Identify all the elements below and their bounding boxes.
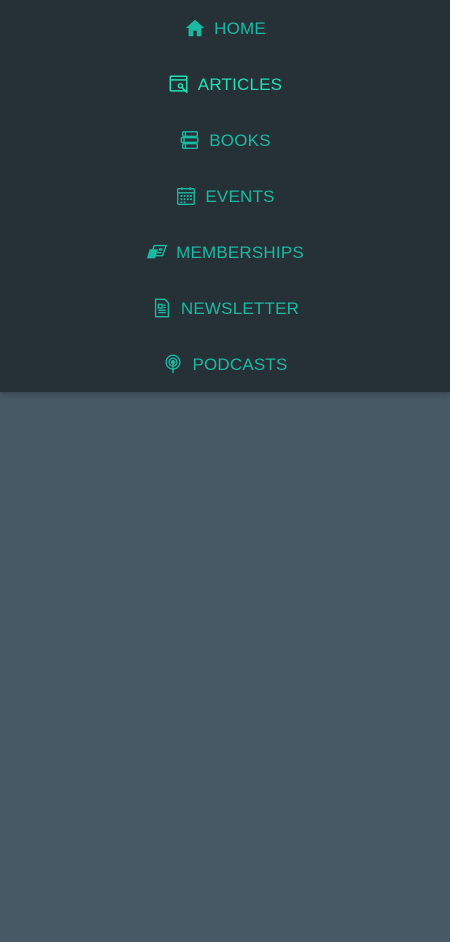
books-icon: [179, 129, 201, 151]
membership-card-icon: [146, 241, 168, 263]
nav-item-label: NEWSLETTER: [180, 298, 300, 318]
nav-item-events[interactable]: EVENTS: [0, 168, 450, 224]
podcast-icon: [162, 353, 184, 375]
nav-item-newsletter[interactable]: NEWSLETTER: [0, 280, 450, 336]
nav-item-label: HOME: [214, 18, 266, 38]
nav-item-articles[interactable]: ARTICLES: [0, 56, 450, 112]
nav-item-label: PODCASTS: [192, 354, 288, 374]
nav-item-memberships[interactable]: MEMBERSHIPS: [0, 224, 450, 280]
nav-item-books[interactable]: BOOKS: [0, 112, 450, 168]
nav-item-label: ARTICLES: [197, 74, 283, 94]
nav-item-label: MEMBERSHIPS: [176, 242, 304, 262]
newsletter-icon: [151, 297, 173, 319]
nav-item-podcasts[interactable]: PODCASTS: [0, 336, 450, 392]
nav-item-label: BOOKS: [209, 130, 271, 150]
nav-item-label: EVENTS: [205, 186, 275, 206]
nav-list: HOME ARTICLES BOOKS EVENTS MEMBERSHIPS N…: [0, 0, 450, 392]
home-icon: [184, 17, 206, 39]
calendar-icon: [175, 185, 197, 207]
article-icon: [168, 73, 190, 95]
nav-item-home[interactable]: HOME: [0, 0, 450, 56]
navigation-menu: HOME ARTICLES BOOKS EVENTS MEMBERSHIPS N…: [0, 0, 450, 392]
